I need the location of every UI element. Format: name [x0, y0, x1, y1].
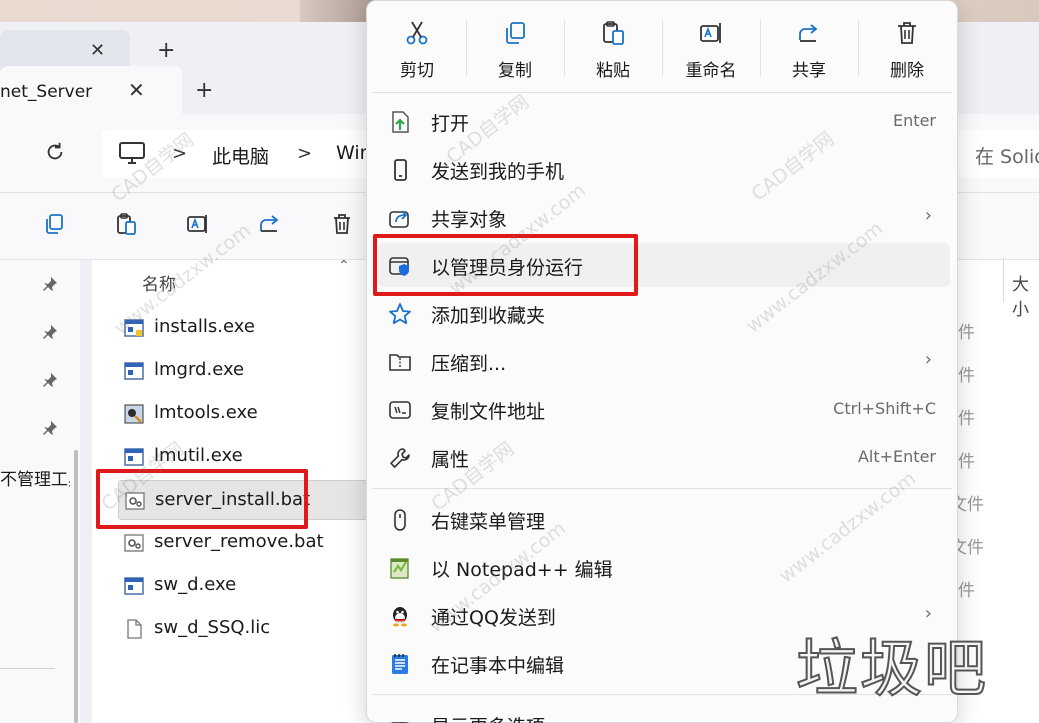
new-tab-icon[interactable]: + — [157, 38, 175, 63]
tab-title: net_Server — [0, 82, 93, 102]
menu-item-label: 添加到收藏夹 — [431, 305, 546, 327]
pin-icon[interactable] — [42, 324, 58, 340]
share-icon — [799, 24, 818, 42]
menu-item-label: 复制文件地址 — [431, 401, 546, 423]
refresh-icon[interactable] — [44, 141, 66, 163]
submenu-chevron-icon: › — [924, 205, 932, 226]
file-row[interactable]: sw_d_SSQ.lic — [118, 609, 372, 649]
batch-gear-icon — [124, 534, 144, 552]
navigation-pane — [0, 260, 80, 723]
open-file-icon — [392, 111, 409, 133]
scissors-icon — [406, 21, 428, 45]
file-name: lmtools.exe — [154, 402, 258, 423]
file-type-cell: 件 — [958, 581, 975, 601]
paste-icon[interactable] — [114, 212, 138, 236]
menu-item-shortcut: Enter — [893, 111, 936, 130]
paste-label: 粘贴 — [596, 61, 630, 81]
pin-icon[interactable] — [42, 372, 58, 388]
new-tab-icon[interactable]: + — [195, 78, 213, 103]
cut-button[interactable]: 剪切 — [368, 14, 466, 84]
breadcrumb-this-pc[interactable]: 此电脑 — [212, 142, 269, 169]
delete-button[interactable]: 删除 — [858, 14, 956, 84]
rename-button[interactable]: 重命名 — [662, 14, 760, 84]
rename-icon[interactable] — [186, 212, 210, 236]
file-name: server_remove.bat — [154, 531, 324, 552]
tab-close-icon[interactable]: ✕ — [90, 40, 105, 61]
rename-icon — [700, 23, 721, 43]
file-name: lmgrd.exe — [154, 359, 245, 380]
copy-icon — [506, 22, 525, 44]
file-row[interactable]: server_remove.bat — [118, 523, 372, 563]
nav-scrollbar[interactable] — [74, 450, 78, 723]
submenu-chevron-icon: › — [924, 349, 932, 370]
menu-item-label: 压缩到... — [431, 353, 507, 375]
file-row[interactable]: lmgrd.exe — [118, 351, 372, 391]
pin-icon[interactable] — [42, 276, 58, 292]
menu-item-copy-path[interactable]: 复制文件地址 Ctrl+Shift+C — [378, 387, 950, 431]
file-name: installs.exe — [154, 316, 255, 337]
pin-icon[interactable] — [42, 420, 58, 436]
nav-item-label[interactable]: 不管理工具 — [0, 465, 70, 490]
menu-item-label: 显示更多选项 — [431, 712, 545, 723]
share-button[interactable]: 共享 — [760, 14, 858, 84]
trash-icon — [898, 22, 916, 44]
qq-penguin-icon — [393, 607, 407, 627]
menu-item-notepadpp[interactable]: 以 Notepad++ 编辑 — [378, 545, 950, 589]
file-row[interactable]: lmtools.exe — [118, 394, 372, 434]
nav-divider — [0, 668, 55, 669]
menu-item-compress-to[interactable]: 压缩到... › — [378, 339, 950, 383]
logo-text: 垃圾吧 — [795, 631, 989, 706]
copy-button[interactable]: 复制 — [466, 14, 564, 84]
menu-item-label: 在记事本中编辑 — [431, 655, 565, 677]
zip-folder-icon — [389, 354, 411, 371]
file-type-cell: 件 — [958, 366, 975, 386]
copy-label: 复制 — [498, 61, 532, 81]
breadcrumb-chevron-icon[interactable]: > — [297, 143, 312, 164]
menu-item-add-favorites[interactable]: 添加到收藏夹 — [378, 291, 950, 335]
copy-icon[interactable] — [42, 212, 66, 236]
star-icon — [389, 303, 411, 325]
file-type-cell: 件 — [958, 409, 975, 429]
sort-ascending-icon: ⌃ — [338, 258, 350, 274]
column-header-size[interactable]: 大小 — [1012, 270, 1039, 320]
tool-app-icon — [124, 404, 144, 424]
search-placeholder: 在 Solid — [975, 146, 1039, 168]
file-name: sw_d.exe — [154, 574, 237, 595]
wrench-icon — [390, 448, 410, 468]
blank-file-icon — [127, 619, 142, 639]
exe-window-icon — [124, 577, 144, 595]
file-type-cell: 件 — [958, 323, 975, 343]
copy-path-icon — [389, 401, 411, 419]
file-name: sw_d_SSQ.lic — [154, 617, 271, 638]
mouse-icon — [394, 509, 406, 531]
menu-item-shortcut: Ctrl+Shift+C — [833, 399, 936, 418]
notepadpp-icon — [390, 558, 409, 579]
cut-label: 剪切 — [400, 61, 434, 81]
share-label: 共享 — [792, 61, 826, 81]
more-options-icon — [391, 722, 409, 723]
exe-window-icon — [124, 362, 144, 380]
trash-icon[interactable] — [330, 212, 354, 236]
explorer-tab-inactive[interactable] — [0, 30, 130, 70]
file-type-cell: 件 — [958, 452, 975, 472]
paste-icon — [603, 21, 624, 45]
delete-label: 删除 — [890, 61, 924, 81]
phone-icon — [394, 159, 407, 181]
menu-item-label: 共享对象 — [431, 209, 508, 231]
share-icon[interactable] — [258, 212, 282, 236]
rename-label: 重命名 — [685, 61, 737, 81]
menu-separator — [372, 92, 952, 93]
share-icon — [389, 210, 409, 228]
file-row[interactable]: installs.exe — [118, 308, 372, 348]
paste-button[interactable]: 粘贴 — [564, 14, 662, 84]
notepad-icon — [392, 654, 408, 674]
tab-close-icon[interactable]: ✕ — [128, 78, 145, 102]
file-row[interactable]: sw_d.exe — [118, 566, 372, 606]
menu-item-shortcut: Alt+Enter — [857, 447, 936, 466]
